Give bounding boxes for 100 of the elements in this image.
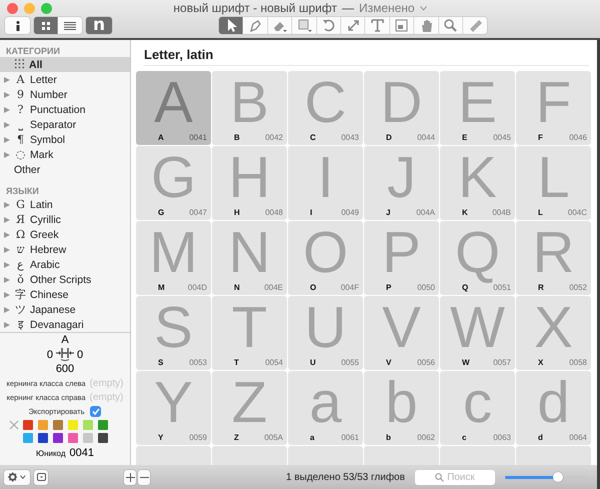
sidebar-item[interactable]: ◌ Mark	[0, 147, 130, 162]
sidebar-item[interactable]: A Letter	[0, 72, 130, 87]
glyph-cell[interactable]: F F 0046	[516, 71, 591, 145]
tool-button[interactable]	[316, 17, 341, 34]
sidebar-item[interactable]: G Latin	[0, 197, 130, 212]
settings-button[interactable]	[4, 470, 30, 484]
info-button[interactable]	[5, 17, 30, 34]
glyph-cell[interactable]: c c 0063	[440, 371, 515, 445]
disclosure-triangle-icon[interactable]	[4, 92, 10, 98]
glyph-cell[interactable]: d d 0064	[516, 371, 591, 445]
glyph-cell[interactable]: N N 004E	[212, 221, 287, 295]
color-swatch[interactable]	[22, 433, 32, 443]
color-swatch[interactable]	[22, 420, 32, 430]
disclosure-triangle-icon[interactable]	[4, 202, 10, 208]
view-mode-button[interactable]	[58, 17, 82, 34]
glyph-cell[interactable]: Z Z 005A	[212, 371, 287, 445]
glyph-cell[interactable]: R R 0052	[516, 221, 591, 295]
glyph-cell[interactable]: a a 0061	[288, 371, 363, 445]
tool-button[interactable]	[219, 17, 244, 34]
tool-button[interactable]	[462, 17, 488, 34]
sidebar-item[interactable]: ⎵ Separator	[0, 117, 130, 132]
color-swatch[interactable]	[68, 420, 78, 430]
tool-button[interactable]	[268, 17, 292, 34]
disclosure-triangle-icon[interactable]	[4, 232, 10, 238]
disclosure-triangle-icon[interactable]	[4, 152, 10, 158]
glyph-cell[interactable]: L L 004C	[516, 146, 591, 220]
glyph-cell[interactable]: W W 0057	[440, 296, 515, 370]
export-checkbox[interactable]	[90, 406, 102, 417]
color-swatch[interactable]	[52, 420, 62, 430]
disclosure-triangle-icon[interactable]	[4, 122, 10, 128]
sidebar-item[interactable]: ? Punctuation	[0, 102, 130, 117]
remove-button[interactable]	[138, 470, 150, 484]
color-swatch[interactable]	[52, 433, 62, 443]
glyph-cell[interactable]: M M 004D	[136, 221, 211, 295]
minimize-button[interactable]	[24, 3, 35, 14]
glyph-cell[interactable]: b b 0062	[364, 371, 439, 445]
disclosure-triangle-icon[interactable]	[4, 322, 10, 328]
glyph-cell[interactable]: G G 0047	[136, 146, 211, 220]
color-swatch[interactable]	[82, 433, 92, 443]
glyph-preview-button[interactable]: n	[86, 17, 112, 34]
tool-button[interactable]	[292, 17, 317, 34]
sidebar-item[interactable]: All	[0, 57, 130, 72]
glyph-cell[interactable]: D D 0044	[364, 71, 439, 145]
tool-button[interactable]	[243, 17, 268, 34]
glyph-cell[interactable]: K K 004B	[440, 146, 515, 220]
tool-button[interactable]	[414, 17, 439, 34]
sidebar-item[interactable]: ¶ Symbol	[0, 132, 130, 147]
disclosure-triangle-icon[interactable]	[4, 246, 10, 252]
add-button[interactable]	[124, 470, 136, 484]
color-swatch[interactable]	[38, 420, 48, 430]
sidebar-item[interactable]: 字 Chinese	[0, 287, 130, 302]
sidebar-item[interactable]: Other	[0, 162, 130, 177]
glyph-cell[interactable]: U U 0055	[288, 296, 363, 370]
glyph-cell[interactable]: A A 0041	[136, 71, 211, 145]
sidebar-toggle-button[interactable]	[34, 470, 48, 484]
tool-button[interactable]	[438, 17, 463, 34]
color-swatch[interactable]	[82, 420, 92, 430]
glyph-cell[interactable]: E E 0045	[440, 71, 515, 145]
sidebar-item[interactable]: Я Cyrillic	[0, 212, 130, 227]
glyph-cell[interactable]: H H 0048	[212, 146, 287, 220]
glyph-cell[interactable]: C C 0043	[288, 71, 363, 145]
disclosure-triangle-icon[interactable]	[4, 216, 10, 222]
glyph-cell[interactable]: Q Q 0051	[440, 221, 515, 295]
close-button[interactable]	[7, 3, 18, 14]
glyph-cell[interactable]: O O 004F	[288, 221, 363, 295]
tool-button[interactable]	[340, 17, 366, 34]
left-bearing-value[interactable]: 0	[46, 348, 53, 360]
color-swatch[interactable]	[68, 433, 78, 443]
glyph-cell[interactable]: T T 0054	[212, 296, 287, 370]
glyph-cell[interactable]: I I 0049	[288, 146, 363, 220]
item-label: Arabic	[30, 258, 60, 270]
advance-width-value[interactable]: 600	[56, 363, 74, 375]
disclosure-triangle-icon[interactable]	[4, 262, 10, 268]
disclosure-triangle-icon[interactable]	[4, 76, 10, 82]
glyph-cell[interactable]: Y Y 0059	[136, 371, 211, 445]
unicode-value[interactable]: 0041	[70, 447, 94, 459]
glyph-cell[interactable]: V V 0056	[364, 296, 439, 370]
disclosure-triangle-icon[interactable]	[4, 276, 10, 282]
disclosure-triangle-icon[interactable]	[4, 306, 10, 312]
glyph-cell[interactable]: B B 0042	[212, 71, 287, 145]
sidebar-item[interactable]: 9 Number	[0, 87, 130, 102]
glyph-cell[interactable]: X X 0058	[516, 296, 591, 370]
glyph-cell[interactable]: P P 0050	[364, 221, 439, 295]
sidebar-item[interactable]: इ Devanagari	[0, 317, 130, 332]
glyph-cell[interactable]: J J 004A	[364, 146, 439, 220]
zoom-button[interactable]	[41, 3, 52, 14]
right-bearing-value[interactable]: 0	[77, 348, 84, 360]
color-swatch[interactable]	[38, 433, 48, 443]
sidebar-item[interactable]: ǒ Other Scripts	[0, 272, 130, 287]
disclosure-triangle-icon[interactable]	[4, 292, 10, 298]
glyph-cell[interactable]: S S 0053	[136, 296, 211, 370]
sidebar-item[interactable]: Ω Greek	[0, 227, 130, 242]
view-mode-button[interactable]	[34, 17, 58, 34]
color-swatch[interactable]	[98, 433, 108, 443]
sidebar-item[interactable]: ツ Japanese	[0, 302, 130, 317]
tool-button[interactable]	[390, 17, 414, 34]
tool-button[interactable]	[365, 17, 390, 34]
disclosure-triangle-icon[interactable]	[4, 136, 10, 142]
color-swatch[interactable]	[98, 420, 108, 430]
disclosure-triangle-icon[interactable]	[4, 106, 10, 112]
